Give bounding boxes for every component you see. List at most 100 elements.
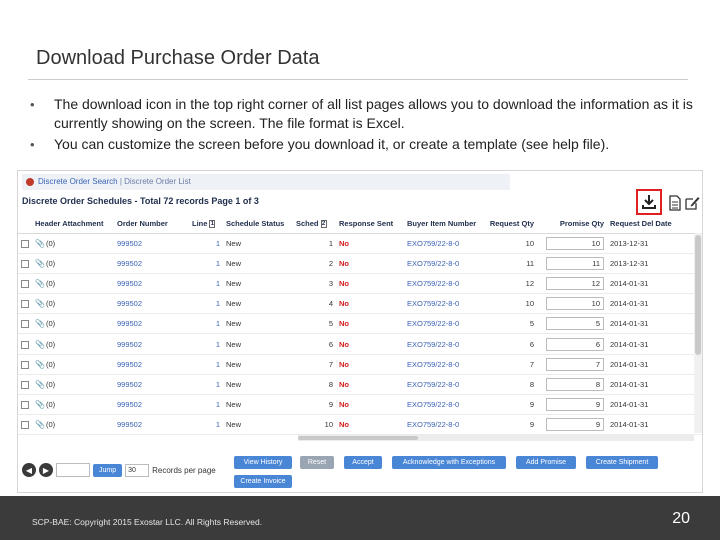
attachment-cell[interactable]: 📎(0) [32, 273, 114, 295]
page-size-select[interactable]: 30 [125, 463, 150, 477]
order-number-link[interactable]: 999502 [114, 394, 189, 416]
attachment-cell[interactable]: 📎(0) [32, 414, 114, 436]
order-number-link[interactable]: 999502 [114, 273, 189, 295]
scrollbar-thumb[interactable] [298, 436, 418, 440]
buyer-item-link[interactable]: EXO759/22-8-0 [404, 273, 484, 295]
reset-button[interactable]: Reset [300, 456, 334, 469]
row-checkbox[interactable] [21, 320, 29, 329]
buyer-item-link[interactable]: EXO759/22-8-0 [404, 253, 484, 274]
promise-qty-input[interactable]: 12 [546, 276, 604, 290]
page-number-input[interactable] [56, 463, 90, 477]
row-checkbox[interactable] [21, 279, 29, 288]
edit-button[interactable] [684, 194, 700, 212]
acknowledge-with-exceptions-button[interactable]: Acknowledge with Exceptions [392, 456, 506, 469]
document-button[interactable] [667, 194, 683, 212]
jump-button[interactable]: Jump [93, 463, 123, 477]
line-cell[interactable]: 1 [189, 414, 223, 436]
column-header[interactable]: Header Attachment [32, 215, 114, 234]
table-row[interactable]: 📎(0) 999502 1 New 3 No EXO759/22-8-0 12 12 2014-0… [18, 273, 702, 295]
create-invoice-button[interactable]: Create Invoice [234, 475, 292, 488]
table-row[interactable]: 📎(0) 999502 1 New 1 No EXO759/22-8-0 10 10 2013-1… [18, 233, 702, 254]
attachment-cell[interactable]: 📎(0) [32, 333, 114, 355]
promise-qty-input[interactable]: 10 [546, 236, 604, 250]
buyer-item-link[interactable]: EXO759/22-8-0 [404, 233, 484, 254]
sort-icon[interactable]: 2 [320, 220, 327, 229]
order-number-link[interactable]: 999502 [114, 293, 189, 315]
row-checkbox[interactable] [21, 239, 29, 248]
table-row[interactable]: 📎(0) 999502 1 New 5 No EXO759/22-8-0 5 5 2014-01-… [18, 313, 702, 335]
row-checkbox[interactable] [21, 421, 29, 430]
column-header[interactable]: Response Sent [336, 215, 404, 234]
promise-qty-input[interactable]: 9 [546, 398, 604, 412]
line-cell[interactable]: 1 [189, 394, 223, 416]
view-history-button[interactable]: View History [234, 456, 292, 469]
order-number-link[interactable]: 999502 [114, 414, 189, 436]
column-header[interactable]: Order Number [114, 215, 189, 234]
row-checkbox[interactable] [21, 360, 29, 369]
promise-qty-input[interactable]: 6 [546, 337, 604, 351]
row-checkbox[interactable] [21, 300, 29, 309]
promise-qty-input[interactable]: 11 [546, 256, 604, 270]
previous-page-button[interactable]: ◀ [22, 463, 36, 477]
order-number-link[interactable]: 999502 [114, 354, 189, 375]
buyer-item-link[interactable]: EXO759/22-8-0 [404, 293, 484, 315]
buyer-item-link[interactable]: EXO759/22-8-0 [404, 313, 484, 335]
table-row[interactable]: 📎(0) 999502 1 New 2 No EXO759/22-8-0 11 11 2013-1… [18, 253, 702, 274]
column-header[interactable]: Buyer Item Number [404, 215, 484, 234]
promise-qty-input[interactable]: 5 [546, 317, 604, 331]
vertical-scrollbar[interactable] [694, 233, 702, 433]
breadcrumb-link[interactable]: Discrete Order Search [38, 177, 118, 186]
table-row[interactable]: 📎(0) 999502 1 New 10 No EXO759/22-8-0 9 9 2014-01… [18, 414, 702, 436]
attachment-cell[interactable]: 📎(0) [32, 253, 114, 274]
column-header[interactable]: Request Qty [484, 215, 537, 234]
sort-icon[interactable]: 1 [209, 220, 216, 229]
order-number-link[interactable]: 999502 [114, 374, 189, 396]
order-number-link[interactable]: 999502 [114, 333, 189, 355]
row-checkbox[interactable] [21, 380, 29, 389]
line-cell[interactable]: 1 [189, 333, 223, 355]
table-row[interactable]: 📎(0) 999502 1 New 7 No EXO759/22-8-0 7 7 2014-01-… [18, 354, 702, 375]
line-cell[interactable]: 1 [189, 253, 223, 274]
promise-qty-input[interactable]: 8 [546, 377, 604, 391]
add-promise-button[interactable]: Add Promise [516, 456, 576, 469]
table-row[interactable]: 📎(0) 999502 1 New 4 No EXO759/22-8-0 10 10 2014-0… [18, 293, 702, 315]
buyer-item-link[interactable]: EXO759/22-8-0 [404, 354, 484, 375]
home-icon[interactable] [26, 178, 34, 186]
create-shipment-button[interactable]: Create Shipment [586, 456, 658, 469]
attachment-cell[interactable]: 📎(0) [32, 374, 114, 396]
column-header[interactable]: Sched 2 [293, 215, 336, 234]
attachment-cell[interactable]: 📎(0) [32, 233, 114, 254]
next-page-button[interactable]: ▶ [39, 463, 53, 477]
buyer-item-link[interactable]: EXO759/22-8-0 [404, 394, 484, 416]
promise-qty-input[interactable]: 10 [546, 297, 604, 311]
column-header[interactable]: Request Del Date [607, 215, 702, 234]
line-cell[interactable]: 1 [189, 273, 223, 295]
scrollbar-thumb[interactable] [695, 235, 701, 355]
line-cell[interactable]: 1 [189, 354, 223, 375]
order-number-link[interactable]: 999502 [114, 233, 189, 254]
promise-qty-input[interactable]: 9 [546, 418, 604, 432]
column-header[interactable]: Promise Qty [537, 215, 607, 234]
line-cell[interactable]: 1 [189, 313, 223, 335]
buyer-item-link[interactable]: EXO759/22-8-0 [404, 374, 484, 396]
table-row[interactable]: 📎(0) 999502 1 New 6 No EXO759/22-8-0 6 6 2014-01-… [18, 333, 702, 355]
promise-qty-input[interactable]: 7 [546, 357, 604, 371]
attachment-cell[interactable]: 📎(0) [32, 313, 114, 335]
horizontal-scrollbar[interactable] [298, 435, 694, 441]
attachment-cell[interactable]: 📎(0) [32, 293, 114, 315]
line-cell[interactable]: 1 [189, 233, 223, 254]
table-row[interactable]: 📎(0) 999502 1 New 8 No EXO759/22-8-0 8 8 2014-01-… [18, 374, 702, 396]
order-number-link[interactable]: 999502 [114, 313, 189, 335]
column-header[interactable]: Line 1 [189, 215, 223, 234]
line-cell[interactable]: 1 [189, 374, 223, 396]
row-checkbox[interactable] [21, 340, 29, 349]
download-button[interactable] [636, 189, 662, 215]
table-row[interactable]: 📎(0) 999502 1 New 9 No EXO759/22-8-0 9 9 2014-01-… [18, 394, 702, 416]
attachment-cell[interactable]: 📎(0) [32, 394, 114, 416]
column-header[interactable]: Schedule Status [223, 215, 293, 234]
accept-button[interactable]: Accept [344, 456, 382, 469]
buyer-item-link[interactable]: EXO759/22-8-0 [404, 333, 484, 355]
row-checkbox[interactable] [21, 259, 29, 268]
order-number-link[interactable]: 999502 [114, 253, 189, 274]
buyer-item-link[interactable]: EXO759/22-8-0 [404, 414, 484, 436]
